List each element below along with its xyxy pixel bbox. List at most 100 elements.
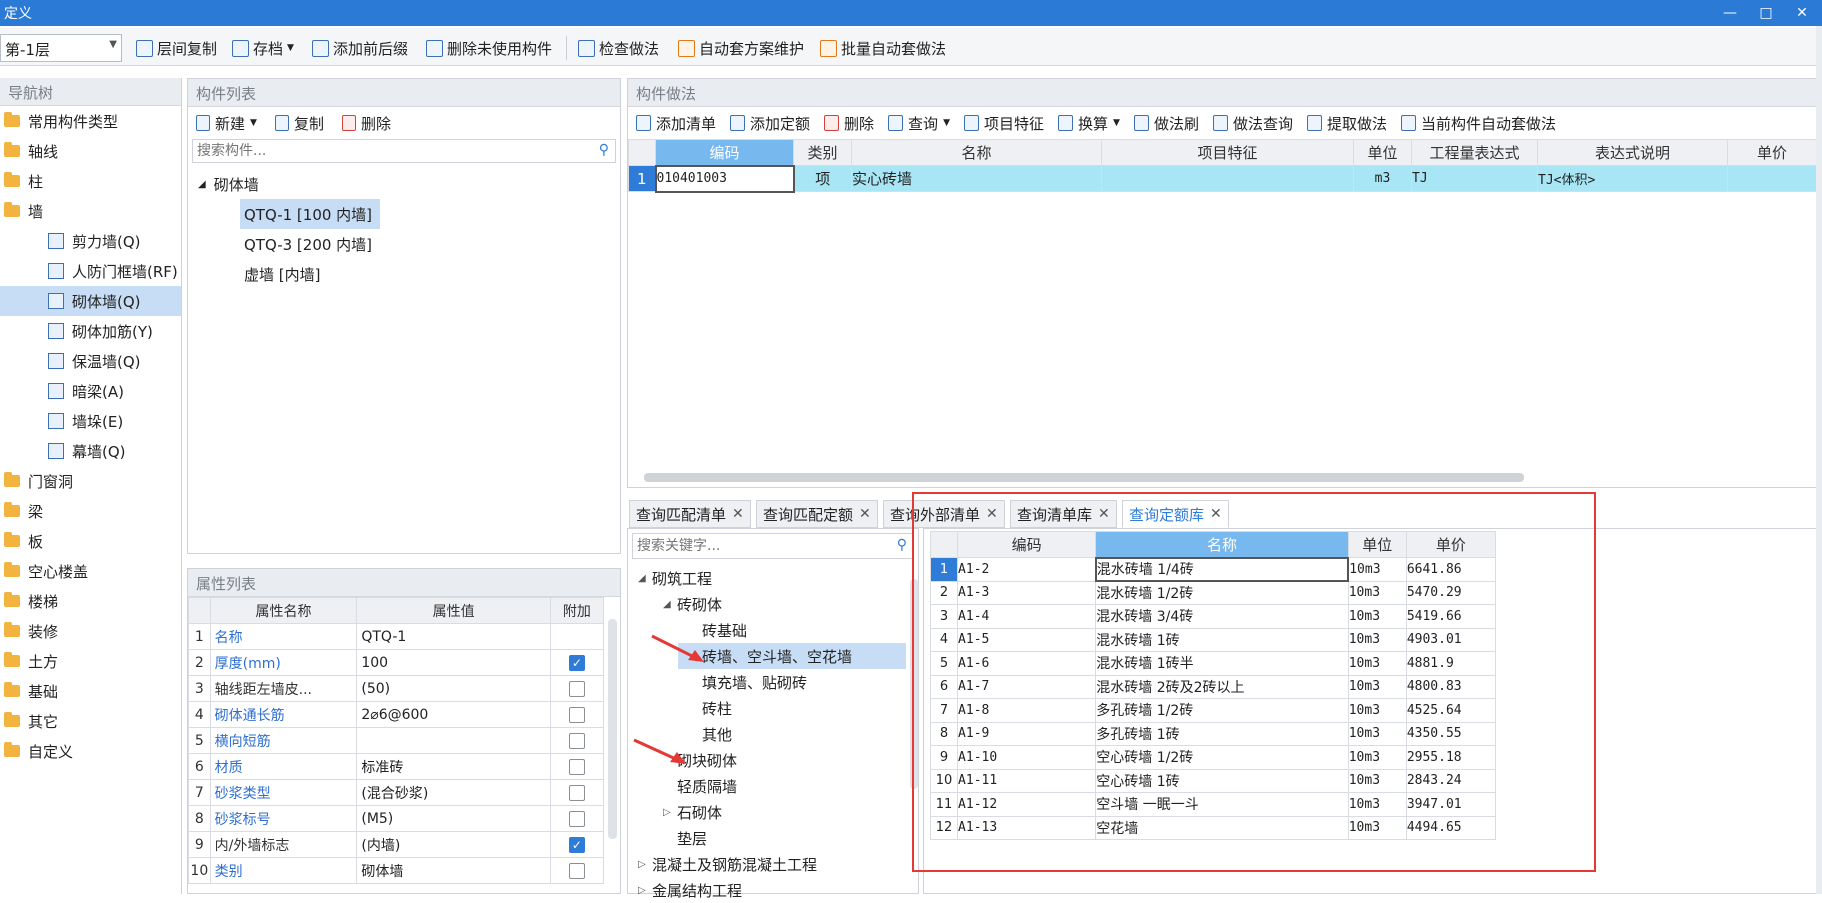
- unit-cell[interactable]: m3: [1353, 165, 1412, 192]
- component-item-qtq3[interactable]: QTQ-3 [200 内墙]: [240, 229, 620, 259]
- prop-extra-cell[interactable]: [549, 675, 605, 702]
- prop-extra-cell[interactable]: [549, 857, 605, 884]
- name-cell[interactable]: 实心砖墙: [851, 165, 1102, 192]
- component-group-masonry-wall[interactable]: ◢ 砌体墙: [198, 169, 620, 199]
- tree-item[interactable]: 垫层: [628, 825, 918, 851]
- checkbox[interactable]: ✓: [568, 654, 585, 671]
- nav-item[interactable]: 空心楼盖: [0, 556, 181, 586]
- prop-extra-cell[interactable]: [549, 727, 605, 754]
- method-button[interactable]: 当前构件自动套做法: [1400, 113, 1556, 134]
- method-button[interactable]: 提取做法: [1306, 113, 1387, 134]
- category-cell[interactable]: 项: [793, 165, 852, 192]
- checkbox[interactable]: [568, 784, 585, 801]
- prop-value-cell[interactable]: (50): [356, 675, 551, 702]
- tree-item[interactable]: 砖墙、空斗墙、空花墙: [678, 643, 906, 669]
- checkbox[interactable]: [568, 810, 585, 827]
- tree-item[interactable]: 轻质隔墙: [628, 773, 918, 799]
- nav-item[interactable]: 砌体加筋(Y): [0, 316, 181, 346]
- component-item-qtq1[interactable]: QTQ-1 [100 内墙]: [240, 199, 380, 229]
- component-search-input[interactable]: [193, 140, 573, 162]
- nav-item[interactable]: 土方: [0, 646, 181, 676]
- checkbox[interactable]: [568, 758, 585, 775]
- checkbox[interactable]: [568, 732, 585, 749]
- prop-value-cell[interactable]: (M5): [356, 805, 551, 832]
- property-row[interactable]: 9 内/外墙标志 (内墙) ✓: [188, 831, 605, 858]
- method-button[interactable]: 删除: [824, 113, 874, 134]
- nav-item[interactable]: 轴线: [0, 136, 181, 166]
- prop-extra-cell[interactable]: [549, 779, 605, 806]
- close-icon[interactable]: ✕: [732, 506, 744, 522]
- tree-item[interactable]: ◢ 砖砌体: [628, 591, 918, 617]
- checkbox[interactable]: [568, 706, 585, 723]
- archive-button[interactable]: 存档 ▼: [232, 36, 294, 60]
- price-cell[interactable]: [1727, 165, 1817, 192]
- nav-item[interactable]: 基础: [0, 676, 181, 706]
- method-button[interactable]: 项目特征: [963, 113, 1044, 134]
- property-row[interactable]: 1 名称 QTQ-1: [188, 623, 605, 650]
- checkbox[interactable]: ✓: [568, 836, 585, 853]
- prop-value-cell[interactable]: 100: [356, 649, 551, 676]
- tree-arrow-icon[interactable]: ◢: [638, 573, 652, 584]
- property-scrollbar[interactable]: [608, 619, 617, 839]
- prop-value-cell[interactable]: QTQ-1: [356, 623, 551, 650]
- delete-unused-button[interactable]: 删除未使用构件: [426, 36, 552, 60]
- nav-item[interactable]: 门窗洞: [0, 466, 181, 496]
- prop-extra-cell[interactable]: ✓: [549, 831, 605, 858]
- search-icon[interactable]: ⚲: [599, 142, 609, 158]
- prop-value-cell[interactable]: 标准砖: [356, 753, 551, 780]
- query-tab[interactable]: 查询匹配定额 ✕: [756, 500, 878, 528]
- nav-item[interactable]: 板: [0, 526, 181, 556]
- search-icon[interactable]: ⚲: [897, 537, 907, 553]
- add-prefix-suffix-button[interactable]: 添加前后缀: [312, 36, 408, 60]
- tree-item[interactable]: ◢ 砌筑工程: [628, 565, 918, 591]
- keyword-search-input[interactable]: [633, 534, 873, 558]
- query-tab[interactable]: 查询匹配清单 ✕: [629, 500, 751, 528]
- prop-extra-cell[interactable]: [549, 701, 605, 728]
- prop-value-cell[interactable]: (混合砂浆): [356, 779, 551, 806]
- prop-extra-cell[interactable]: [549, 753, 605, 780]
- tree-arrow-icon[interactable]: ◢: [663, 599, 677, 610]
- method-button[interactable]: 换算 ▼: [1058, 113, 1120, 134]
- prop-value-cell[interactable]: 砌体墙: [356, 857, 551, 884]
- nav-item[interactable]: 常用构件类型: [0, 106, 181, 136]
- prop-extra-cell[interactable]: ✓: [549, 649, 605, 676]
- floor-select[interactable]: 第-1层 ▼: [0, 34, 122, 62]
- tree-item[interactable]: ▷ 石砌体: [628, 799, 918, 825]
- property-row[interactable]: 6 材质 标准砖: [188, 753, 605, 780]
- minimize-button[interactable]: —: [1716, 2, 1744, 24]
- auto-plan-maintain-button[interactable]: 自动套方案维护: [678, 36, 804, 60]
- tree-arrow-icon[interactable]: ▷: [663, 807, 677, 818]
- component-item-virtual-wall[interactable]: 虚墙 [内墙]: [240, 259, 620, 289]
- tree-item[interactable]: ▷ 混凝土及钢筋混凝土工程: [628, 851, 918, 877]
- property-row[interactable]: 5 横向短筋: [188, 727, 605, 754]
- feature-cell[interactable]: [1101, 165, 1354, 192]
- nav-item[interactable]: 砌体墙(Q): [0, 286, 181, 316]
- copy-between-floors-button[interactable]: 层间复制: [136, 36, 217, 60]
- property-row[interactable]: 8 砂浆标号 (M5): [188, 805, 605, 832]
- nav-item[interactable]: 保温墙(Q): [0, 346, 181, 376]
- method-button[interactable]: 添加定额: [730, 113, 810, 134]
- nav-item[interactable]: 自定义: [0, 736, 181, 766]
- maximize-button[interactable]: □: [1752, 2, 1780, 24]
- prop-extra-cell[interactable]: [549, 623, 605, 650]
- nav-item[interactable]: 暗梁(A): [0, 376, 181, 406]
- close-button[interactable]: ✕: [1788, 2, 1816, 24]
- nav-item[interactable]: 幕墙(Q): [0, 436, 181, 466]
- nav-item[interactable]: 楼梯: [0, 586, 181, 616]
- property-row[interactable]: 7 砂浆类型 (混合砂浆): [188, 779, 605, 806]
- tree-item[interactable]: ▷ 金属结构工程: [628, 877, 918, 903]
- method-button[interactable]: 做法查询: [1212, 113, 1293, 134]
- property-row[interactable]: 10 类别 砌体墙: [188, 857, 605, 884]
- expression-cell[interactable]: TJ: [1411, 165, 1538, 192]
- method-horizontal-scrollbar[interactable]: [644, 473, 1524, 482]
- batch-auto-method-button[interactable]: 批量自动套做法: [820, 36, 946, 60]
- property-row[interactable]: 4 砌体通长筋 2⌀6@600: [188, 701, 605, 728]
- prop-value-cell[interactable]: (内墙): [356, 831, 551, 858]
- close-icon[interactable]: ✕: [859, 506, 871, 522]
- nav-item[interactable]: 梁: [0, 496, 181, 526]
- method-button[interactable]: 查询 ▼: [888, 113, 950, 134]
- copy-component-button[interactable]: 复制: [274, 113, 324, 134]
- check-method-button[interactable]: 检查做法: [578, 36, 659, 60]
- checkbox[interactable]: [568, 680, 585, 697]
- nav-item[interactable]: 墙垛(E): [0, 406, 181, 436]
